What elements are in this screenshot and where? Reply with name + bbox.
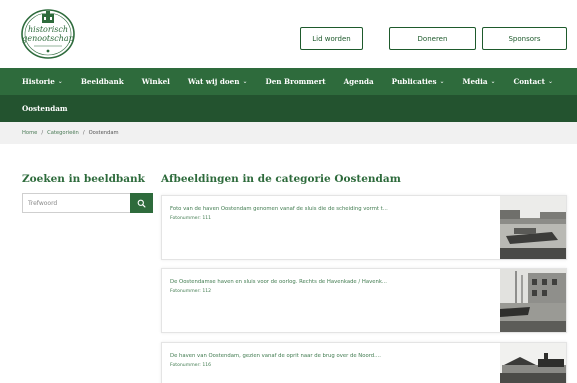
search-heading: Zoeken in beeldbank (22, 173, 145, 185)
main-navigation: Historie ⌄ Beeldbank Winkel Wat wij doen… (0, 68, 577, 95)
card-text: De haven van Oostendam, gezien vanaf de … (170, 353, 490, 368)
card-photo-number: Fotonummer: 112 (170, 289, 212, 294)
card-photo-thumbnail[interactable] (500, 343, 566, 383)
site-logo[interactable]: historisch genootschap (20, 8, 76, 60)
image-card[interactable]: De haven van Oostendam, gezien vanaf de … (161, 342, 567, 383)
search-icon (137, 199, 146, 208)
search-button[interactable] (130, 193, 153, 213)
logo-text-line2: genootschap (22, 34, 73, 43)
nav-item-media[interactable]: Media ⌄ (463, 77, 496, 86)
nav-item-contact[interactable]: Contact ⌄ (514, 77, 553, 86)
search-input[interactable]: Trefwoord (22, 193, 130, 213)
gallery-heading: Afbeeldingen in de categorie Oostendam (161, 173, 401, 185)
image-card[interactable]: Foto van de haven Oostendam genomen vana… (161, 195, 567, 260)
nav-item-den-brommert[interactable]: Den Brommert (265, 77, 325, 86)
image-card[interactable]: De Oostendamse haven en sluis voor de oo… (161, 268, 567, 333)
nav-item-label: Historie (22, 77, 55, 86)
chevron-down-icon: ⌄ (242, 78, 248, 85)
nav-item-label: Agenda (343, 77, 374, 86)
nav-item-label: Media (462, 77, 488, 86)
chevron-down-icon: ⌄ (490, 78, 496, 85)
card-text: Foto van de haven Oostendam genomen vana… (170, 206, 490, 221)
sponsors-button[interactable]: Sponsors (482, 27, 567, 50)
nav-item-publicaties[interactable]: Publicaties ⌄ (392, 77, 445, 86)
logo-emblem: historisch genootschap (21, 9, 75, 59)
nav-item-label: Den Brommert (265, 77, 326, 86)
harbor-photo-1 (500, 196, 566, 259)
card-photo-number: Fotonummer: 111 (170, 216, 212, 221)
lid-worden-button[interactable]: Lid worden (300, 27, 363, 50)
breadcrumb-separator: / (41, 130, 44, 136)
logo-text-line1: historisch (28, 25, 68, 34)
doneren-button[interactable]: Doneren (389, 27, 476, 50)
site-header: historisch genootschap Lid worden Donere… (0, 0, 577, 68)
nav-item-label: Winkel (141, 77, 170, 86)
card-text: De Oostendamse haven en sluis voor de oo… (170, 279, 490, 294)
nav-item-winkel[interactable]: Winkel (142, 77, 170, 86)
nav-item-historie[interactable]: Historie ⌄ (22, 77, 63, 86)
card-photo-number: Fotonummer: 116 (170, 363, 212, 368)
harbor-photo-3 (500, 343, 566, 383)
chevron-down-icon: ⌄ (439, 78, 445, 85)
breadcrumb: Home / Categorieën / Oostendam (0, 122, 577, 144)
breadcrumb-home-link[interactable]: Home (22, 130, 37, 136)
subnav-item-oostendam[interactable]: Oostendam (22, 104, 68, 113)
nav-item-agenda[interactable]: Agenda (344, 77, 374, 86)
breadcrumb-categorieen-link[interactable]: Categorieën (47, 130, 79, 136)
card-photo-thumbnail[interactable] (500, 269, 566, 332)
chevron-down-icon: ⌄ (547, 78, 553, 85)
chevron-down-icon: ⌄ (57, 78, 63, 85)
breadcrumb-separator: / (82, 130, 85, 136)
breadcrumb-current: Oostendam (88, 130, 119, 136)
card-description[interactable]: De Oostendamse haven en sluis voor de oo… (170, 279, 490, 285)
sub-navigation: Oostendam (0, 95, 577, 122)
card-description[interactable]: Foto van de haven Oostendam genomen vana… (170, 206, 490, 212)
nav-item-label: Contact (513, 77, 545, 86)
nav-item-label: Wat wij doen (187, 77, 240, 86)
nav-item-label: Publicaties (391, 77, 437, 86)
card-photo-thumbnail[interactable] (500, 196, 566, 259)
nav-item-label: Beeldbank (80, 77, 124, 86)
nav-item-beeldbank[interactable]: Beeldbank (81, 77, 124, 86)
harbor-photo-2 (500, 269, 566, 332)
card-description[interactable]: De haven van Oostendam, gezien vanaf de … (170, 353, 490, 359)
nav-item-wat-wij-doen[interactable]: Wat wij doen ⌄ (188, 77, 248, 86)
